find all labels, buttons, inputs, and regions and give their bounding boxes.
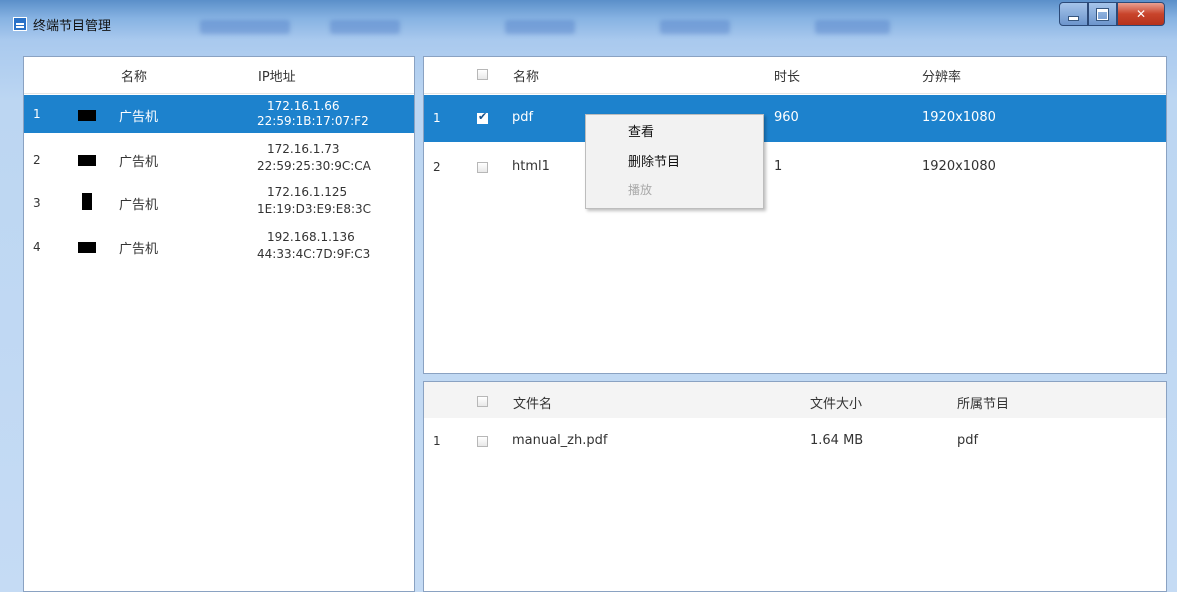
program-name: html1: [512, 159, 550, 174]
row-index: 2: [33, 153, 41, 167]
column-header-program[interactable]: 所属节目: [957, 393, 1009, 412]
terminal-name: 广告机: [119, 242, 159, 257]
close-button[interactable]: ✕: [1117, 2, 1165, 26]
program-row[interactable]: 1 pdf 960 1920x1080: [424, 95, 1166, 142]
column-header-size[interactable]: 文件大小: [810, 393, 862, 412]
menu-item-play: 播放: [628, 183, 653, 197]
window-controls: ✕: [1059, 2, 1165, 26]
terminal-list: 名称 IP地址 1 广告机 172.16.1.66 22:59:1B:17:07…: [23, 56, 415, 592]
file-program: pdf: [957, 433, 979, 448]
terminal-list-header: 名称 IP地址: [24, 57, 414, 94]
window-title: 终端节目管理: [33, 19, 112, 34]
program-resolution: 1920x1080: [922, 110, 996, 125]
terminal-row[interactable]: 4 广告机 192.168.1.136 44:33:4C:7D:9F:C3: [24, 228, 414, 266]
terminal-mac: 22:59:25:30:9C:CA: [257, 159, 371, 173]
app-icon: [13, 17, 27, 31]
menu-item-view[interactable]: 查看: [628, 121, 654, 140]
file-checkbox[interactable]: [477, 436, 488, 447]
row-index: 1: [433, 434, 441, 448]
blurred-tab: [330, 20, 400, 34]
close-icon: ✕: [1135, 7, 1147, 21]
terminal-ip: 192.168.1.136: [267, 230, 355, 244]
terminal-mac: 44:33:4C:7D:9F:C3: [257, 247, 371, 261]
maximize-button[interactable]: [1088, 2, 1117, 26]
blurred-tab: [815, 20, 890, 34]
terminal-mac: 1E:19:D3:E9:E8:3C: [257, 202, 372, 216]
title-bar: 终端节目管理 ✕: [0, 0, 1177, 46]
file-list: 文件名 文件大小 所属节目 1 manual_zh.pdf 1.64 MB pd…: [423, 381, 1167, 592]
terminal-name: 广告机: [119, 110, 159, 125]
program-list: 名称 时长 分辨率 1 pdf 960 1920x1080 2 html1 1 …: [423, 56, 1167, 374]
file-row[interactable]: 1 manual_zh.pdf 1.64 MB pdf: [424, 428, 1166, 458]
window-frame: 终端节目管理 ✕ 名称 IP地址 1 广告机 172.16.1.66 22:59…: [0, 0, 1177, 592]
terminal-row[interactable]: 1 广告机 172.16.1.66 22:59:1B:17:07:F2: [24, 95, 414, 133]
program-name: pdf: [512, 110, 534, 125]
terminal-name: 广告机: [119, 155, 159, 170]
program-list-header: 名称 时长 分辨率: [424, 57, 1166, 94]
terminal-ip: 172.16.1.125: [267, 185, 348, 199]
column-header-name[interactable]: 名称: [121, 66, 147, 85]
column-header-filename[interactable]: 文件名: [513, 393, 552, 412]
context-menu: 查看 删除节目 播放: [585, 114, 764, 209]
terminal-ip: 172.16.1.73: [267, 142, 340, 156]
select-all-checkbox[interactable]: [477, 69, 488, 80]
file-size: 1.64 MB: [810, 433, 864, 448]
screen-thumbnail: [78, 155, 96, 166]
program-duration: 1: [774, 159, 783, 174]
minimize-button[interactable]: [1059, 2, 1088, 26]
terminal-row[interactable]: 2 广告机 172.16.1.73 22:59:25:30:9C:CA: [24, 141, 414, 179]
program-checkbox[interactable]: [477, 110, 488, 124]
program-duration: 960: [774, 110, 799, 125]
select-all-checkbox[interactable]: [477, 396, 488, 407]
column-header-ip[interactable]: IP地址: [258, 66, 296, 85]
terminal-name: 广告机: [119, 198, 159, 213]
menu-item-delete-program[interactable]: 删除节目: [628, 151, 680, 170]
row-index: 1: [433, 111, 441, 125]
minimize-icon: [1068, 15, 1079, 21]
column-header-resolution[interactable]: 分辨率: [922, 66, 961, 85]
row-index: 2: [433, 160, 441, 174]
program-row[interactable]: 2 html1 1 1920x1080: [424, 147, 1166, 187]
file-name: manual_zh.pdf: [512, 433, 608, 448]
program-checkbox[interactable]: [477, 162, 488, 173]
screen-thumbnail: [78, 242, 96, 253]
column-header-name[interactable]: 名称: [513, 66, 539, 85]
file-list-header: 文件名 文件大小 所属节目: [424, 382, 1166, 418]
terminal-mac: 22:59:1B:17:07:F2: [257, 114, 369, 128]
program-resolution: 1920x1080: [922, 159, 996, 174]
blurred-tab: [505, 20, 575, 34]
blurred-tab: [660, 20, 730, 34]
row-index: 1: [33, 107, 41, 121]
terminal-ip: 172.16.1.66: [267, 99, 340, 113]
screen-thumbnail: [78, 110, 96, 121]
maximize-icon: [1096, 7, 1109, 21]
row-index: 4: [33, 240, 41, 254]
blurred-tab: [200, 20, 290, 34]
screen-thumbnail: [82, 193, 92, 210]
terminal-row[interactable]: 3 广告机 172.16.1.125 1E:19:D3:E9:E8:3C: [24, 184, 414, 222]
row-index: 3: [33, 196, 41, 210]
column-header-duration[interactable]: 时长: [774, 66, 800, 85]
